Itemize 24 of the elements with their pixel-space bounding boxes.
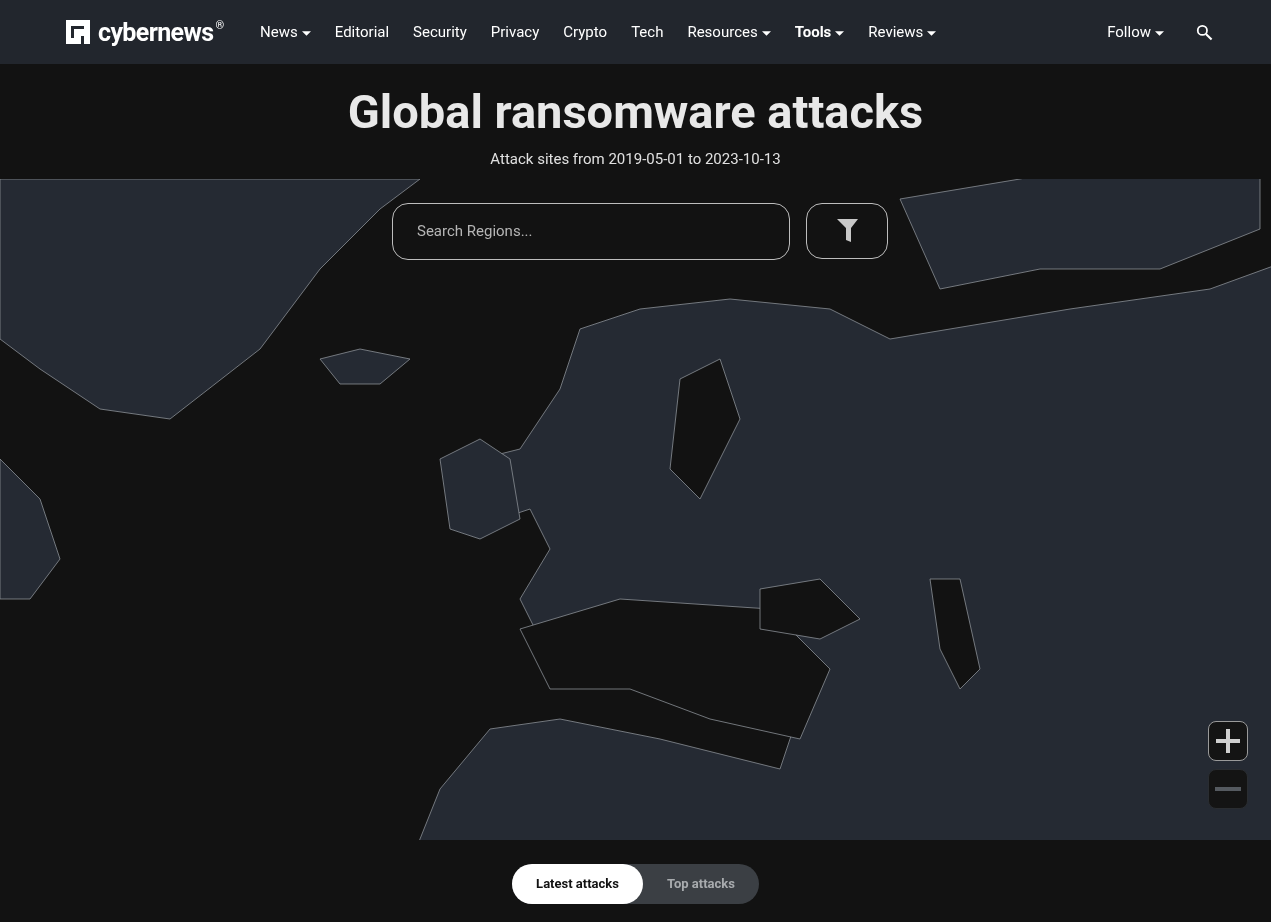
nav-link[interactable]: Resources: [687, 20, 771, 44]
date-range-text: Attack sites from 2019-05-01 to 2023-10-13: [489, 149, 782, 170]
nav-link[interactable]: Tools: [794, 20, 845, 44]
logo-text[interactable]: cybernews: [98, 19, 214, 45]
nav-link[interactable]: Security: [413, 20, 467, 44]
nav-link[interactable]: Reviews: [868, 20, 937, 44]
nav-link[interactable]: News: [260, 20, 311, 44]
nav-link[interactable]: Crypto: [563, 20, 608, 44]
minus-icon: [1215, 785, 1241, 792]
attacks-tab[interactable]: Latest attacks: [512, 863, 643, 904]
zoom-in-button[interactable]: [1208, 720, 1248, 761]
attacks-tab[interactable]: Top attacks: [642, 863, 759, 904]
region-search-field[interactable]: Search Regions...: [392, 202, 790, 260]
nav-link[interactable]: Privacy: [490, 20, 540, 44]
plus-icon: [1215, 727, 1241, 754]
registered-mark: ®: [215, 17, 225, 34]
filter-button[interactable]: [806, 202, 888, 259]
search-icon[interactable]: [1196, 23, 1213, 41]
nav-link[interactable]: Editorial: [334, 20, 390, 44]
filter-icon: [836, 219, 858, 242]
page-title: Global ransomware attacks: [346, 83, 925, 141]
nav-link[interactable]: Tech: [631, 20, 664, 44]
follow-link[interactable]: Follow: [1107, 20, 1164, 44]
logo-icon: [66, 20, 90, 44]
